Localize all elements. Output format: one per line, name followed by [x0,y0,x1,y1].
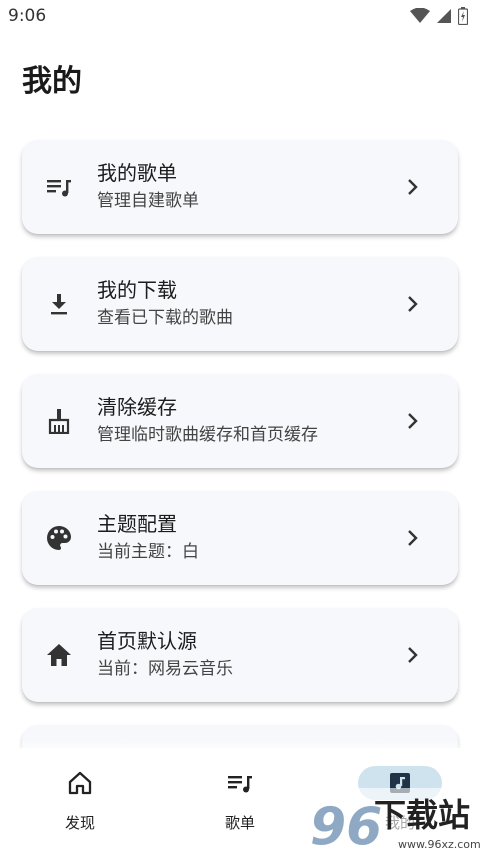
chevron-right-icon [408,296,418,312]
palette-icon [47,526,71,550]
default-source-card[interactable]: 首页默认源 当前：网易云音乐 [22,608,458,702]
page-title: 我的 [22,64,82,99]
playlist-music-icon [228,776,252,793]
theme-settings-card[interactable]: 主题配置 当前主题：白 [22,491,458,585]
card-title: 我的歌单 [97,161,177,185]
status-bar: 9:06 [0,0,480,32]
card-title: 清除缓存 [97,395,177,419]
watermark-url: www.96xz.com [398,838,480,851]
nav-label: 歌单 [224,814,255,832]
chevron-right-icon [408,647,418,663]
my-playlists-card[interactable]: 我的歌单 管理自建歌单 [22,140,458,234]
cellular-signal-icon [437,9,451,23]
watermark-number: 96 [310,797,382,853]
card-title: 主题配置 [97,512,177,536]
card-title: 我的下载 [97,278,177,302]
chevron-right-icon [408,413,418,429]
status-time: 9:06 [8,6,47,26]
site-watermark-logo: 96 下载站 www.96xz.com [308,788,480,853]
clear-cache-card[interactable]: 清除缓存 管理临时歌曲缓存和首页缓存 [22,374,458,468]
playlist-music-icon [47,180,71,197]
my-downloads-card[interactable]: 我的下载 查看已下载的歌曲 [22,257,458,351]
status-icons [410,7,468,25]
chevron-right-icon [408,530,418,546]
card-subtitle: 查看已下载的歌曲 [97,308,233,328]
watermark-text: 下载站 [374,796,470,834]
card-subtitle: 管理自建歌单 [97,191,199,211]
nav-item-discover[interactable]: 发现 [40,770,120,833]
home-icon [47,644,71,666]
nav-label: 发现 [64,814,95,832]
broom-icon [48,409,70,434]
card-subtitle: 当前主题：白 [97,542,199,562]
download-icon [51,294,67,315]
battery-icon [458,7,468,25]
nav-item-playlists[interactable]: 歌单 [200,770,280,833]
chevron-right-icon [408,179,418,195]
wifi-icon [410,8,430,23]
card-subtitle: 当前：网易云音乐 [97,659,233,679]
home-outline-icon [68,771,92,795]
card-title: 首页默认源 [97,629,197,653]
card-subtitle: 管理临时歌曲缓存和首页缓存 [97,425,318,445]
